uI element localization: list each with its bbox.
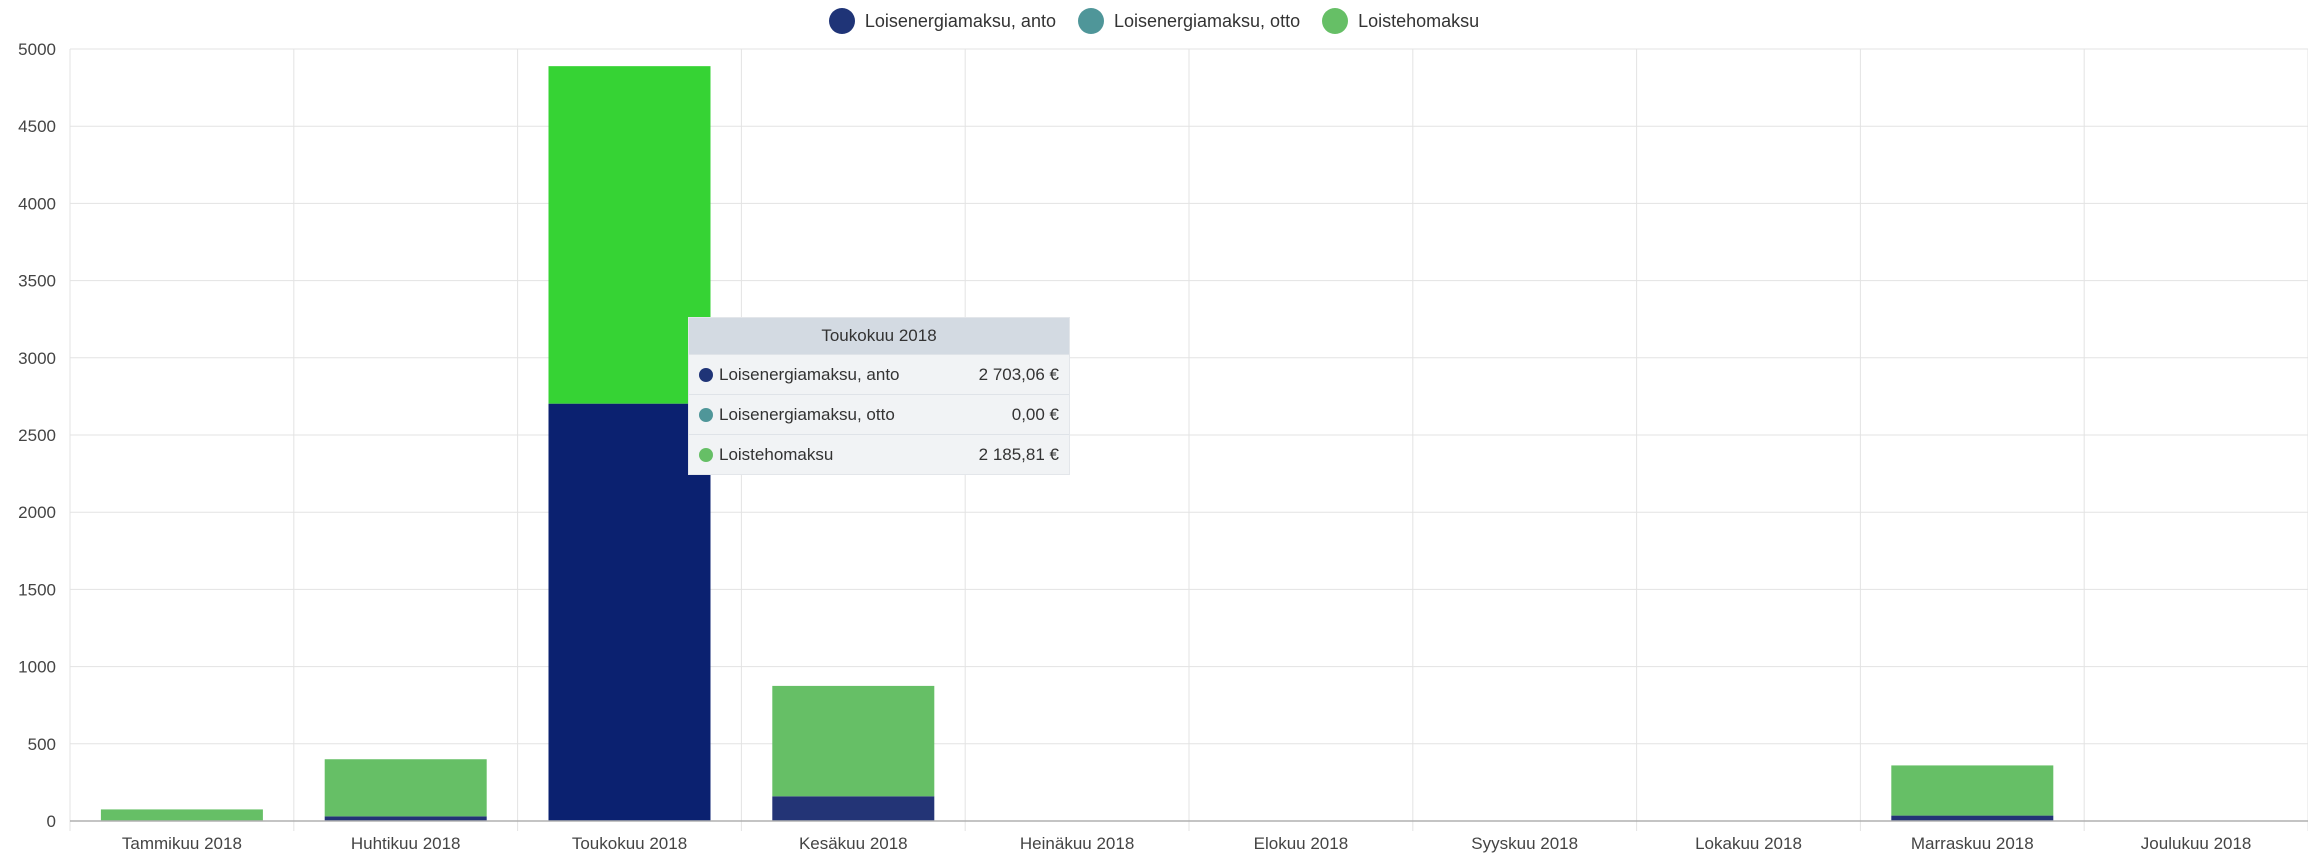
x-tick-label-6: Syyskuu 2018 (1471, 834, 1578, 853)
bar-2-1[interactable] (324, 759, 487, 817)
legend-label-loisteho: Loistehomaksu (1358, 10, 1480, 31)
grid-layer (69, 48, 2308, 831)
y-tick-label-1000: 1000 (18, 658, 56, 677)
legend-item-anto[interactable]: Loisenergiamaksu, anto (828, 8, 1056, 34)
x-tick-label-1: Huhtikuu 2018 (351, 834, 461, 853)
tooltip-row-anto: Loisenergiamaksu, anto 2 703,06 € (689, 354, 1069, 394)
bar-0-2[interactable] (548, 403, 711, 821)
tooltip-dot-otto (699, 407, 713, 422)
legend-item-loisteho[interactable]: Loistehomaksu (1322, 8, 1479, 34)
tooltip-value-anto: 2 703,06 € (978, 364, 1059, 384)
x-tick-label-8: Marraskuu 2018 (1911, 834, 2034, 853)
legend-swatch-anto (828, 8, 855, 34)
bar-0-8[interactable] (1891, 815, 2054, 821)
y-tick-label-500: 500 (28, 735, 56, 754)
x-tick-label-3: Kesäkuu 2018 (799, 834, 908, 853)
bar-2-0[interactable] (100, 809, 263, 821)
y-tick-label-2500: 2500 (18, 426, 56, 445)
x-tick-label-7: Lokakuu 2018 (1695, 834, 1802, 853)
x-tick-label-9: Joulukuu 2018 (2141, 834, 2252, 853)
x-tick-label-5: Elokuu 2018 (1254, 834, 1349, 853)
tooltip-row-loisteho: Loistehomaksu 2 185,81 € (689, 434, 1069, 474)
y-tick-label-0: 0 (47, 812, 56, 831)
legend: Loisenergiamaksu, anto Loisenergiamaksu,… (0, 8, 2308, 34)
tooltip-label-anto: Loisenergiamaksu, anto (719, 364, 900, 384)
stacked-bar-chart: 0 500 1000 1500 2000 2500 3000 3500 4000 4500 5000… (18, 40, 2308, 853)
axis-layer: 0 500 1000 1500 2000 2500 3000 3500 4000 4500 5000… (18, 40, 2308, 853)
tooltip-label-otto: Loisenergiamaksu, otto (719, 404, 895, 424)
tooltip-row-otto: Loisenergiamaksu, otto 0,00 € (689, 394, 1069, 434)
tooltip: Toukokuu 2018 Loisenergiamaksu, anto 2 7… (689, 318, 1069, 474)
bar-2-3[interactable] (772, 685, 935, 797)
tooltip-dot-loisteho (699, 447, 713, 462)
legend-label-anto: Loisenergiamaksu, anto (864, 10, 1056, 31)
x-tick-label-4: Heinäkuu 2018 (1020, 834, 1134, 853)
tooltip-label-loisteho: Loistehomaksu (719, 444, 834, 464)
bar-2-2[interactable] (548, 66, 711, 404)
bar-2-8[interactable] (1891, 765, 2054, 816)
legend-item-otto[interactable]: Loisenergiamaksu, otto (1077, 8, 1301, 34)
tooltip-dot-anto (699, 367, 713, 382)
bar-layer (100, 66, 2054, 821)
y-tick-label-5000: 5000 (18, 40, 56, 59)
y-tick-label-4500: 4500 (18, 117, 56, 136)
chart-container: 0 500 1000 1500 2000 2500 3000 3500 4000 4500 5000… (0, 0, 2308, 853)
legend-swatch-loisteho (1322, 8, 1349, 34)
y-tick-label-3500: 3500 (18, 272, 56, 291)
x-tick-label-0: Tammikuu 2018 (122, 834, 242, 853)
legend-swatch-otto (1077, 8, 1104, 34)
bar-0-3[interactable] (772, 796, 935, 821)
y-tick-label-1500: 1500 (18, 580, 56, 599)
tooltip-value-loisteho: 2 185,81 € (978, 444, 1059, 464)
y-tick-label-4000: 4000 (18, 194, 56, 213)
legend-label-otto: Loisenergiamaksu, otto (1113, 10, 1301, 31)
y-tick-label-2000: 2000 (18, 503, 56, 522)
tooltip-title: Toukokuu 2018 (689, 318, 1069, 354)
tooltip-value-otto: 0,00 € (1011, 404, 1059, 424)
y-tick-label-3000: 3000 (18, 349, 56, 368)
x-tick-label-2: Toukokuu 2018 (572, 834, 687, 853)
